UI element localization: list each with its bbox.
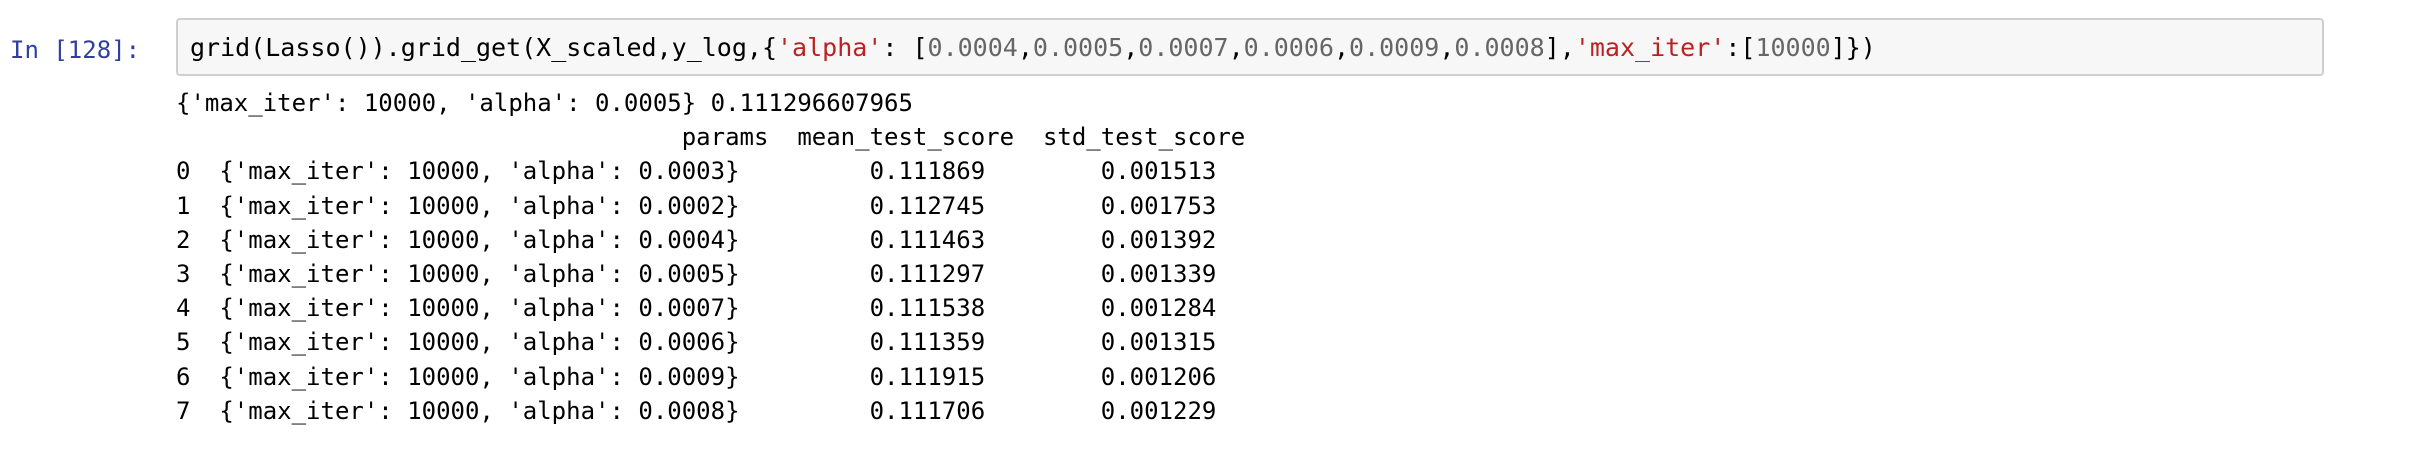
results-table-row: 5 {'max_iter': 10000, 'alpha': 0.0006} 0… <box>176 328 1217 357</box>
input-prompt: In [128]: <box>10 36 141 64</box>
results-table-row: 6 {'max_iter': 10000, 'alpha': 0.0009} 0… <box>176 362 1217 391</box>
cell-output-area: {'max_iter': 10000, 'alpha': 0.0005} 0.1… <box>176 86 2376 456</box>
code-token: 10000 <box>1755 33 1831 62</box>
code-token: 0.0004 <box>927 33 1018 62</box>
code-input-area[interactable]: grid(Lasso()).grid_get(X_scaled,y_log,{'… <box>176 18 2324 76</box>
results-table-row: 0 {'max_iter': 10000, 'alpha': 0.0003} 0… <box>176 157 1217 186</box>
code-token: 0.0008 <box>1454 33 1545 62</box>
results-table-row: 7 {'max_iter': 10000, 'alpha': 0.0008} 0… <box>176 396 1217 425</box>
code-token: 0.0009 <box>1349 33 1440 62</box>
code-token: 0.0005 <box>1032 33 1124 62</box>
code-token: 0.0006 <box>1243 33 1334 62</box>
code-token: 'max_iter' <box>1574 33 1726 62</box>
code-token: , <box>1439 33 1455 62</box>
code-token: : [ <box>882 33 928 62</box>
code-token: ], <box>1544 33 1575 62</box>
code-line[interactable]: grid(Lasso()).grid_get(X_scaled,y_log,{'… <box>190 31 1876 65</box>
code-token: 0.0007 <box>1138 33 1229 62</box>
results-table-row: 3 {'max_iter': 10000, 'alpha': 0.0005} 0… <box>176 259 1217 288</box>
results-table-row: 4 {'max_iter': 10000, 'alpha': 0.0007} 0… <box>176 294 1217 323</box>
results-table-row: 2 {'max_iter': 10000, 'alpha': 0.0004} 0… <box>176 225 1217 254</box>
code-token: , <box>1333 33 1350 62</box>
code-token: , <box>1228 33 1244 62</box>
code-token: ]}) <box>1830 33 1876 62</box>
code-token: , <box>1123 33 1139 62</box>
code-token: , <box>1017 33 1033 62</box>
code-token: grid(Lasso()).grid_get(X_scaled,y_log,{ <box>190 33 777 62</box>
results-table-header: params mean_test_score std_test_score <box>176 123 1246 152</box>
notebook-code-cell[interactable]: In [128]: grid(Lasso()).grid_get(X_scale… <box>0 0 2422 464</box>
code-token: 'alpha' <box>777 33 883 62</box>
code-token: :[ <box>1725 33 1756 62</box>
results-table-row: 1 {'max_iter': 10000, 'alpha': 0.0002} 0… <box>176 191 1217 220</box>
best-params-line: {'max_iter': 10000, 'alpha': 0.0005} 0.1… <box>176 89 913 117</box>
